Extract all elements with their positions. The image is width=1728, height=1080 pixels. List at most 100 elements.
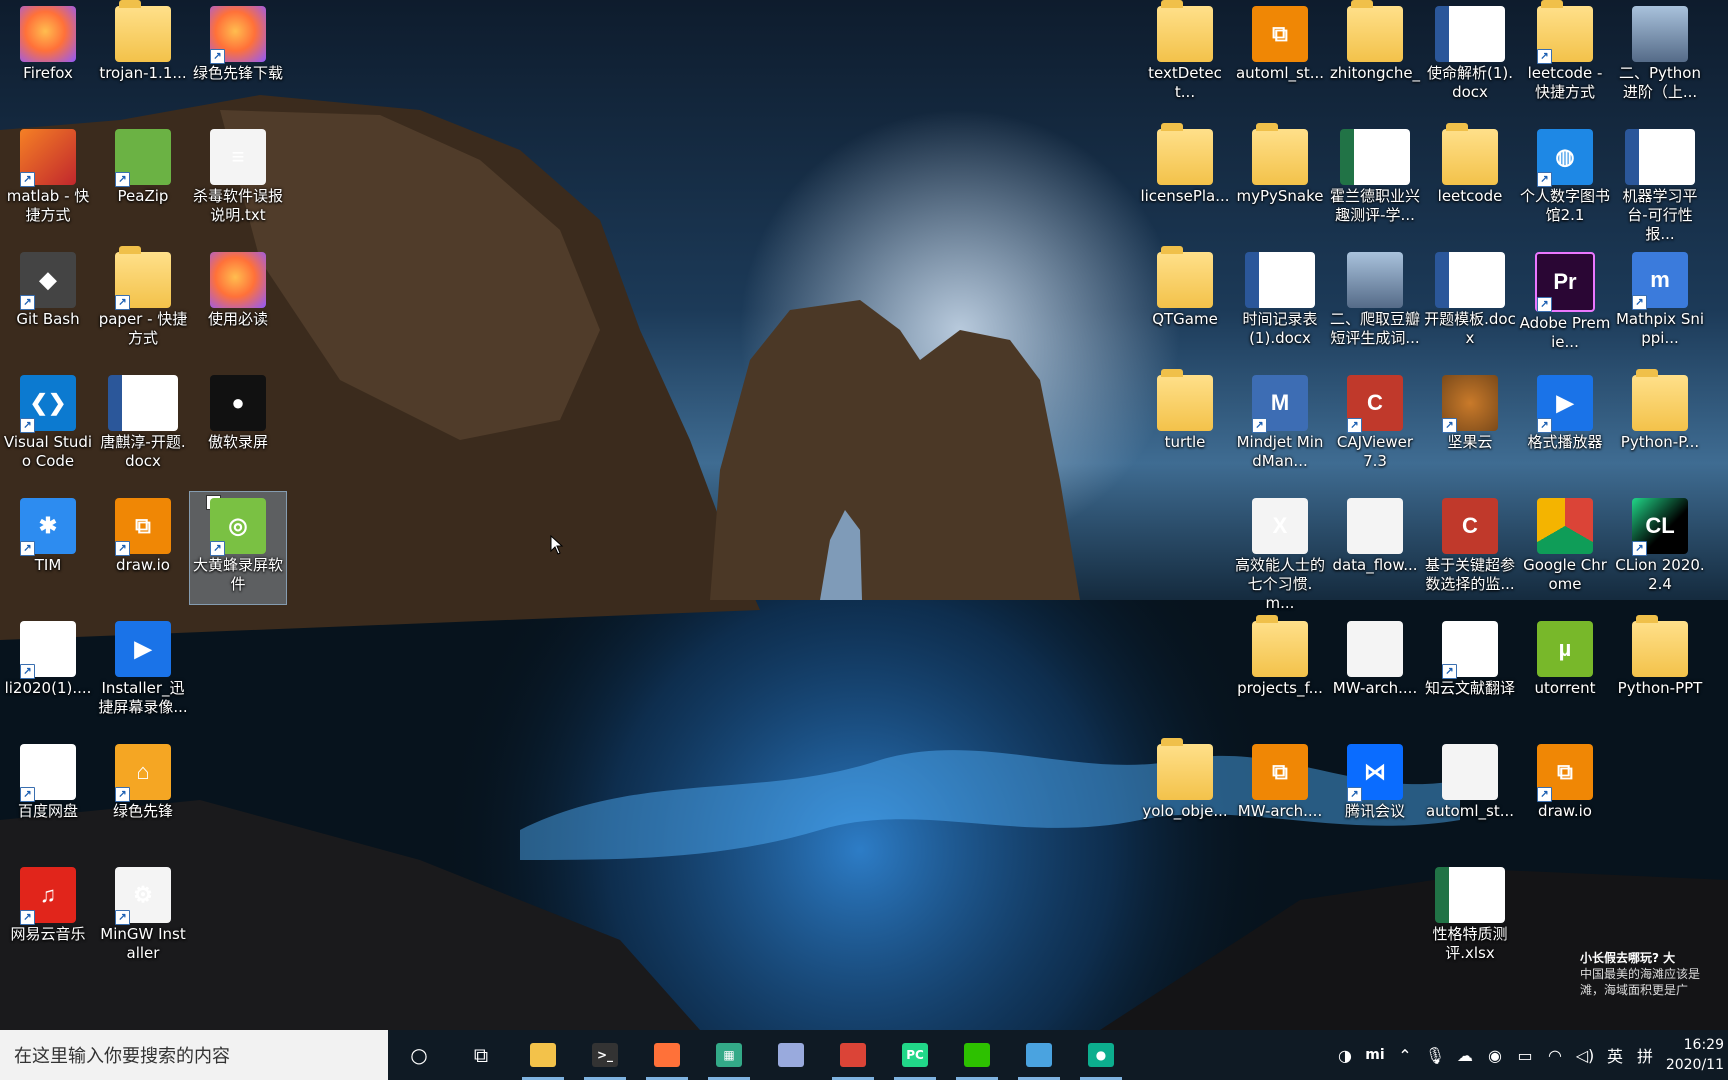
desktop-icon[interactable]: ✓◎↗大黄蜂录屏软件 <box>189 491 287 605</box>
desktop-icon[interactable]: ⧉ ↗ draw.io <box>1517 738 1613 850</box>
desktop-icon[interactable]: ♫ ↗ 网易云音乐 <box>0 861 96 973</box>
wechat-tray-icon[interactable]: ◉ <box>1480 1030 1510 1080</box>
pycharm-icon[interactable]: PC <box>884 1030 946 1080</box>
shortcut-arrow-icon: ↗ <box>20 664 35 679</box>
chrome-icon[interactable] <box>822 1030 884 1080</box>
desktop-icon[interactable]: ❮❯ ↗ Visual Studio Code <box>0 369 96 481</box>
desktop-icon-label: Installer_迅捷屏幕录像... <box>98 679 188 716</box>
desktop-icon[interactable]: automl_st... <box>1422 738 1518 850</box>
tray-app-icon[interactable]: ◑ <box>1330 1030 1360 1080</box>
cortana-icon[interactable]: ○ <box>388 1030 450 1080</box>
desktop-icon[interactable]: ☁ ↗ 百度网盘 <box>0 738 96 850</box>
desktop-icon[interactable]: ⧉ automl_st... <box>1232 0 1328 112</box>
desktop-icon[interactable]: ↗ 坚果云 <box>1422 369 1518 481</box>
desktop-icon[interactable]: X 霍兰德职业兴趣测评-学... <box>1327 123 1423 235</box>
desktop-icon-label: yolo_obje... <box>1142 802 1228 820</box>
mi-icon[interactable]: mi <box>1360 1030 1390 1080</box>
desktop-icon[interactable]: ≡ 杀毒软件误报说明.txt <box>190 123 286 235</box>
desktop-icon[interactable]: ▶ ↗ 格式播放器 <box>1517 369 1613 481</box>
desktop-icon[interactable]: W 开题模板.docx <box>1422 246 1518 358</box>
desktop-icon[interactable]: projects_f... <box>1232 615 1328 727</box>
desktop-icon[interactable]: zhitongche_ <box>1327 0 1423 112</box>
taskbar-search-box[interactable]: 在这里输入你要搜索的内容 <box>0 1030 388 1080</box>
clock[interactable]: 16:29 2020/11 <box>1660 1035 1728 1075</box>
desktop-icon[interactable]: licensePla... <box>1137 123 1233 235</box>
desktop-icon[interactable]: ✱ ↗ TIM <box>0 492 96 604</box>
shortcut-arrow-icon: ↗ <box>20 295 35 310</box>
desktop-icon[interactable]: W 唐麒淳-开题.docx <box>95 369 191 481</box>
desktop-icon[interactable]: QTGame <box>1137 246 1233 358</box>
desktop-icon[interactable]: M ↗ Mindjet MindMan... <box>1232 369 1328 481</box>
desktop-icon[interactable]: ⚙ ↗ MinGW Installer <box>95 861 191 973</box>
wechat-icon[interactable] <box>946 1030 1008 1080</box>
desktop-icon[interactable]: W 机器学习平台-可行性报... <box>1612 123 1708 243</box>
desktop-icon[interactable]: Firefox <box>0 0 96 112</box>
desktop-icon[interactable]: W 使命解析(1).docx <box>1422 0 1518 112</box>
desktop-icon[interactable]: ↗ 绿色先锋下载 <box>190 0 286 112</box>
desktop-icon[interactable]: leetcode <box>1422 123 1518 235</box>
desktop-icon[interactable]: myPySnake <box>1232 123 1328 235</box>
desktop-icon[interactable]: X 性格特质测评.xlsx <box>1422 861 1518 973</box>
desktop-icon[interactable]: trojan-1.1... <box>95 0 191 112</box>
input-mode[interactable]: 英 <box>1600 1030 1630 1080</box>
desktop-icon[interactable]: ⌂ ↗ 绿色先锋 <box>95 738 191 850</box>
notes-icon[interactable] <box>760 1030 822 1080</box>
desktop-icon[interactable]: data_flow... <box>1327 492 1423 604</box>
task-view-icon[interactable]: ⧉ <box>450 1030 512 1080</box>
desktop-icon[interactable]: m ↗ Mathpix Snippi... <box>1612 246 1708 358</box>
desktop-icon[interactable]: µ utorrent <box>1517 615 1613 727</box>
microphone-icon[interactable]: 🎙 <box>1420 1030 1450 1080</box>
cajviewer-icon: C ↗ <box>1347 375 1403 433</box>
desktop-icon[interactable]: MW-arch.... <box>1327 615 1423 727</box>
tray-expand-icon[interactable]: ⌃ <box>1390 1030 1420 1080</box>
firefox-icon[interactable] <box>636 1030 698 1080</box>
shortcut-arrow-icon: ↗ <box>115 787 130 802</box>
spotlight-promo[interactable]: 小长假去哪玩? 大 中国最美的海滩应该是 滩，海域面积更是广 <box>1580 950 1728 998</box>
battery-icon[interactable]: ▭ <box>1510 1030 1540 1080</box>
wifi-icon[interactable]: ◠ <box>1540 1030 1570 1080</box>
excel-icon: X <box>1340 129 1410 185</box>
desktop-icon[interactable]: ◆ ↗ Git Bash <box>0 246 96 358</box>
recorder-icon[interactable]: ● <box>1070 1030 1132 1080</box>
desktop-icon[interactable]: ZY ↗ li2020(1).... <box>0 615 96 727</box>
desktop-icon[interactable]: ⧉ ↗ draw.io <box>95 492 191 604</box>
keyboard-layout[interactable]: 拼 <box>1630 1030 1660 1080</box>
desktop-icon[interactable]: ◍ ↗ 个人数字图书馆2.1 <box>1517 123 1613 235</box>
desktop-icon[interactable]: ↗ PeaZip <box>95 123 191 235</box>
desktop-icon[interactable]: 二、Python进阶（上... <box>1612 0 1708 112</box>
image-icon <box>1442 744 1498 800</box>
desktop-icon[interactable]: Pr ↗ Adobe Premie... <box>1517 246 1613 358</box>
desktop-icon[interactable]: 二、爬取豆瓣短评生成词... <box>1327 246 1423 358</box>
cloud-icon[interactable]: ☁ <box>1450 1030 1480 1080</box>
desktop-icon[interactable]: X 高效能人士的七个习惯.m... <box>1232 492 1328 612</box>
pycharm-icon-glyph: PC <box>902 1043 928 1067</box>
display-settings-icon[interactable] <box>1008 1030 1070 1080</box>
folder-icon <box>1442 123 1498 185</box>
desktop-icon[interactable]: Python-PPT <box>1612 615 1708 727</box>
desktop-icon[interactable]: ↗ matlab - 快捷方式 <box>0 123 96 235</box>
desktop-icon[interactable]: ▶ Installer_迅捷屏幕录像... <box>95 615 191 727</box>
window-app-icon[interactable]: ▦ <box>698 1030 760 1080</box>
desktop-icon[interactable]: textDetect... <box>1137 0 1233 112</box>
baidu-netdisk-icon: ☁ ↗ <box>20 744 76 802</box>
netease-music-icon: ♫ ↗ <box>20 867 76 925</box>
volume-icon[interactable]: ◁) <box>1570 1030 1600 1080</box>
desktop-icon[interactable]: 使用必读 <box>190 246 286 358</box>
desktop-icon[interactable]: ● 傲软录屏 <box>190 369 286 481</box>
desktop-icon[interactable]: turtle <box>1137 369 1233 481</box>
desktop-icon[interactable]: W 时间记录表(1).docx <box>1232 246 1328 358</box>
desktop-icon[interactable]: Google Chrome <box>1517 492 1613 604</box>
file-explorer-icon[interactable] <box>512 1030 574 1080</box>
desktop-icon[interactable]: ↗ paper - 快捷方式 <box>95 246 191 358</box>
desktop-icon[interactable]: CL ↗ CLion 2020.2.4 <box>1612 492 1708 604</box>
desktop-icon[interactable]: ⋈ ↗ 腾讯会议 <box>1327 738 1423 850</box>
desktop-icon[interactable]: ⧉ MW-arch.... <box>1232 738 1328 850</box>
desktop-icon[interactable]: C 基于关键超参数选择的监... <box>1422 492 1518 604</box>
desktop-icon-label: trojan-1.1... <box>99 64 187 82</box>
desktop-icon[interactable]: ↗ leetcode - 快捷方式 <box>1517 0 1613 112</box>
desktop-icon[interactable]: C ↗ CAJViewer 7.3 <box>1327 369 1423 481</box>
desktop-icon[interactable]: ZY ↗ 知云文献翻译 <box>1422 615 1518 727</box>
terminal-icon[interactable]: >_ <box>574 1030 636 1080</box>
desktop-icon[interactable]: yolo_obje... <box>1137 738 1233 850</box>
desktop-icon[interactable]: Python-P... <box>1612 369 1708 481</box>
